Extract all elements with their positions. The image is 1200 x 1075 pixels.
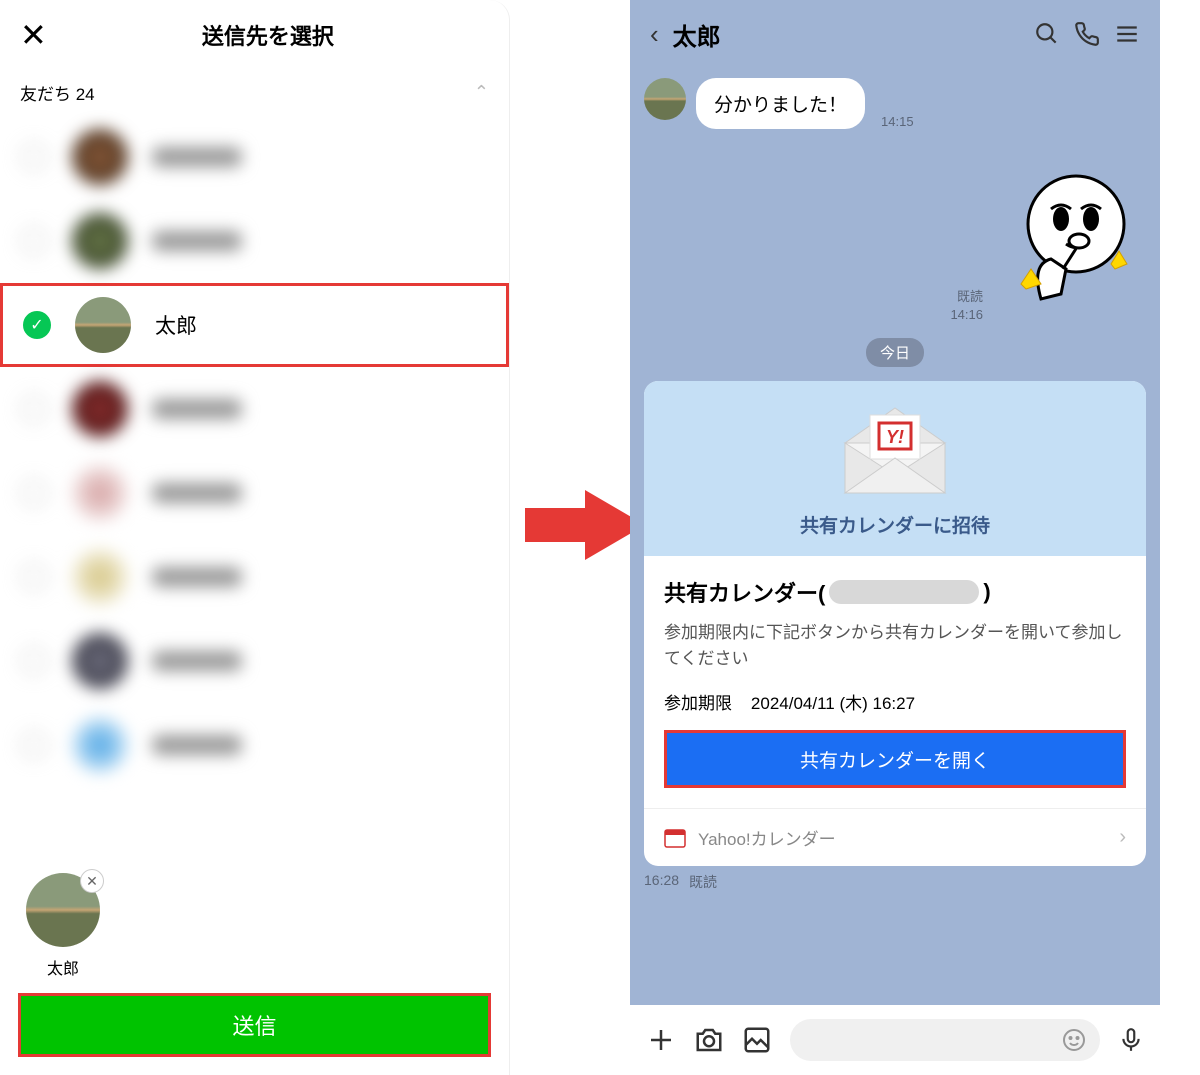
outgoing-sticker: 既読 14:16	[644, 169, 1146, 324]
select-recipient-screen: ✕ 送信先を選択 友だち 24 ⌃ ✓ 太郎	[0, 0, 510, 1075]
avatar	[72, 633, 128, 689]
read-status: 既読	[950, 288, 983, 306]
chat-input-bar	[630, 1005, 1160, 1075]
incoming-message: 分かりました！ 14:15	[644, 78, 1146, 129]
message-time: 14:15	[881, 114, 914, 129]
radio-unchecked-icon[interactable]	[20, 395, 48, 423]
chat-header: ‹ 太郎	[630, 0, 1160, 68]
microphone-icon[interactable]	[1118, 1027, 1144, 1053]
plus-icon[interactable]	[646, 1025, 676, 1055]
svg-text:Y!: Y!	[886, 427, 904, 447]
friend-name	[152, 399, 242, 419]
avatar	[72, 549, 128, 605]
card-description: 参加期限内に下記ボタンから共有カレンダーを開いて参加してください	[664, 620, 1126, 671]
card-header-title: 共有カレンダーに招待	[800, 511, 990, 538]
back-icon[interactable]: ‹	[650, 19, 659, 50]
avatar	[75, 297, 131, 353]
friend-name	[152, 651, 242, 671]
arrow-right-icon	[525, 490, 645, 560]
message-time: 14:16	[950, 306, 983, 324]
friend-item[interactable]	[0, 199, 509, 283]
chevron-up-icon: ⌃	[474, 82, 489, 103]
friend-list: ✓ 太郎	[0, 115, 509, 787]
avatar	[72, 381, 128, 437]
friend-item-taro[interactable]: ✓ 太郎	[0, 283, 509, 367]
date-badge: 今日	[866, 338, 924, 367]
friend-item[interactable]	[0, 451, 509, 535]
phone-icon[interactable]	[1074, 21, 1100, 47]
search-icon[interactable]	[1034, 21, 1060, 47]
card-body: 共有カレンダー( ) 参加期限内に下記ボタンから共有カレンダーを開いて参加してく…	[644, 556, 1146, 808]
friend-item[interactable]	[0, 115, 509, 199]
radio-unchecked-icon[interactable]	[20, 143, 48, 171]
redacted-name	[829, 580, 979, 604]
date-divider: 今日	[644, 338, 1146, 367]
sticker-image[interactable]	[991, 169, 1146, 324]
chat-body[interactable]: 分かりました！ 14:15 既読 14:16	[630, 68, 1160, 998]
send-button-label: 送信	[232, 1009, 276, 1041]
chat-title: 太郎	[673, 17, 1020, 52]
card-footer-text: Yahoo!カレンダー	[698, 825, 1107, 850]
calendar-invite-card: Y! 共有カレンダーに招待 共有カレンダー( ) 参加期限内に下記ボタンから共有…	[644, 381, 1146, 866]
selected-recipient-chip: ✕ 太郎	[18, 873, 108, 979]
avatar[interactable]	[644, 78, 686, 120]
radio-unchecked-icon[interactable]	[20, 731, 48, 759]
friends-count: 友だち 24	[20, 80, 95, 105]
chat-screen: ‹ 太郎 分かりました！ 14:15 既読 14:16	[630, 0, 1160, 1075]
screen-title: 送信先を選択	[47, 19, 489, 51]
chip-name: 太郎	[47, 955, 79, 979]
friends-section-header[interactable]: 友だち 24 ⌃	[0, 70, 509, 115]
radio-unchecked-icon[interactable]	[20, 647, 48, 675]
chevron-right-icon: ›	[1119, 826, 1126, 849]
avatar	[72, 213, 128, 269]
avatar	[72, 129, 128, 185]
open-calendar-button[interactable]: 共有カレンダーを開く	[664, 730, 1126, 788]
friend-item[interactable]	[0, 535, 509, 619]
camera-icon[interactable]	[694, 1025, 724, 1055]
emoji-icon[interactable]	[1062, 1028, 1086, 1052]
radio-unchecked-icon[interactable]	[20, 563, 48, 591]
open-button-label: 共有カレンダーを開く	[800, 746, 990, 773]
yahoo-calendar-icon	[664, 827, 686, 849]
friend-item[interactable]	[0, 703, 509, 787]
friend-item[interactable]	[0, 619, 509, 703]
menu-icon[interactable]	[1114, 21, 1140, 47]
card-footer-link[interactable]: Yahoo!カレンダー ›	[644, 808, 1146, 866]
friend-item[interactable]	[0, 367, 509, 451]
radio-checked-icon[interactable]: ✓	[23, 311, 51, 339]
friend-name: 太郎	[155, 310, 197, 340]
card-title: 共有カレンダー( )	[664, 576, 1126, 608]
close-icon[interactable]: ✕	[20, 16, 47, 54]
avatar	[72, 465, 128, 521]
radio-unchecked-icon[interactable]	[20, 227, 48, 255]
remove-chip-icon[interactable]: ✕	[80, 869, 104, 893]
card-meta: 16:28 既読	[644, 872, 1146, 892]
friend-name	[152, 231, 242, 251]
card-deadline: 参加期限 2024/04/11 (木) 16:27	[664, 689, 1126, 714]
avatar	[72, 717, 128, 773]
envelope-icon: Y!	[835, 403, 955, 497]
send-button[interactable]: 送信	[18, 993, 491, 1057]
radio-unchecked-icon[interactable]	[20, 479, 48, 507]
friend-name	[152, 567, 242, 587]
friend-name	[152, 483, 242, 503]
message-bubble[interactable]: 分かりました！	[696, 78, 865, 129]
left-footer: ✕ 太郎 送信	[0, 859, 509, 1075]
message-time: 16:28	[644, 872, 679, 892]
left-header: ✕ 送信先を選択	[0, 0, 509, 70]
friend-name	[152, 147, 242, 167]
card-header: Y! 共有カレンダーに招待	[644, 381, 1146, 556]
friend-name	[152, 735, 242, 755]
message-input[interactable]	[790, 1019, 1100, 1061]
gallery-icon[interactable]	[742, 1025, 772, 1055]
read-status: 既読	[689, 872, 717, 892]
